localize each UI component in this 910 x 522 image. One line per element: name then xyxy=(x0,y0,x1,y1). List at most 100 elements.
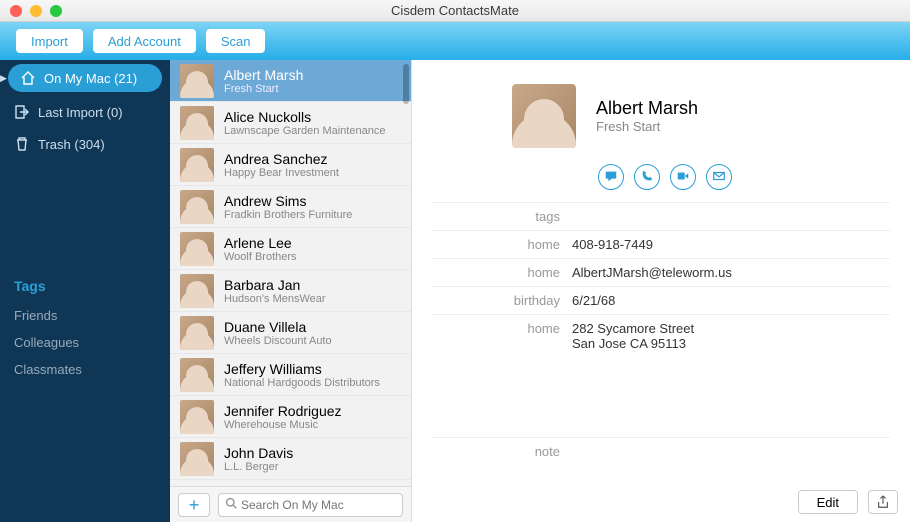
contact-avatar xyxy=(512,84,576,148)
avatar xyxy=(180,106,214,140)
field-value xyxy=(572,209,890,224)
contact-row-name: John Davis xyxy=(224,445,293,461)
contact-row-name: Jennifer Rodriguez xyxy=(224,403,342,419)
phone-button[interactable] xyxy=(634,164,660,190)
contact-row-sub: Woolf Brothers xyxy=(224,251,297,263)
contact-row[interactable]: John DavisL.L. Berger xyxy=(170,438,411,480)
sidebar-item-label: Trash (304) xyxy=(38,137,105,152)
contact-row-sub: Wheels Discount Auto xyxy=(224,335,332,347)
contact-list[interactable]: Albert MarshFresh StartAlice NuckollsLaw… xyxy=(170,60,411,486)
edit-button[interactable]: Edit xyxy=(798,490,858,514)
contact-row[interactable]: Arlene LeeWoolf Brothers xyxy=(170,228,411,270)
sidebar: On My Mac (21) Last Import (0) Trash (304)… xyxy=(0,60,170,522)
window-title: Cisdem ContactsMate xyxy=(0,3,910,18)
contact-row-sub: Hudson's MensWear xyxy=(224,293,326,305)
contact-row[interactable]: Jennifer RodriguezWherehouse Music xyxy=(170,396,411,438)
search-field[interactable] xyxy=(218,493,403,517)
contact-detail: Albert Marsh Fresh Start tags home408-918… xyxy=(412,60,910,522)
avatar xyxy=(180,316,214,350)
contact-row[interactable]: Jeffery WilliamsNational Hardgoods Distr… xyxy=(170,354,411,396)
field-value: 408-918-7449 xyxy=(572,237,890,252)
field-row: tags xyxy=(432,202,890,230)
toolbar: Import Add Account Scan xyxy=(0,22,910,60)
contact-company: Fresh Start xyxy=(596,119,698,134)
zoom-window[interactable] xyxy=(50,5,62,17)
field-value xyxy=(572,444,890,459)
share-icon xyxy=(876,495,890,509)
search-icon xyxy=(225,497,237,512)
contact-row-sub: Fresh Start xyxy=(224,83,303,95)
contact-row-sub: Happy Bear Investment xyxy=(224,167,339,179)
add-contact-button[interactable]: + xyxy=(178,493,210,517)
add-account-button[interactable]: Add Account xyxy=(93,29,196,53)
avatar xyxy=(180,442,214,476)
contact-row-name: Andrea Sanchez xyxy=(224,151,339,167)
field-row: homeAlbertJMarsh@teleworm.us xyxy=(432,258,890,286)
field-label: tags xyxy=(432,209,572,224)
phone-icon xyxy=(640,169,654,186)
message-button[interactable] xyxy=(598,164,624,190)
minimize-window[interactable] xyxy=(30,5,42,17)
message-icon xyxy=(604,169,618,186)
contact-name: Albert Marsh xyxy=(596,98,698,119)
contact-row-name: Albert Marsh xyxy=(224,67,303,83)
contact-row-name: Alice Nuckolls xyxy=(224,109,385,125)
tag-item-colleagues[interactable]: Colleagues xyxy=(0,329,170,356)
sidebar-item-on-my-mac-[interactable]: On My Mac (21) xyxy=(8,64,162,92)
import-icon xyxy=(14,104,30,120)
field-row: home408-918-7449 xyxy=(432,230,890,258)
sidebar-item-label: On My Mac (21) xyxy=(44,71,137,86)
contact-row-sub: Fradkin Brothers Furniture xyxy=(224,209,352,221)
close-window[interactable] xyxy=(10,5,22,17)
avatar xyxy=(180,358,214,392)
scan-button[interactable]: Scan xyxy=(206,29,266,53)
contact-row[interactable]: Duane VillelaWheels Discount Auto xyxy=(170,312,411,354)
tags-heading: Tags xyxy=(0,270,170,302)
mail-icon xyxy=(712,169,726,186)
contact-row-name: Barbara Jan xyxy=(224,277,326,293)
contact-row-sub: L.L. Berger xyxy=(224,461,293,473)
share-button[interactable] xyxy=(868,490,898,514)
contact-row-sub: Lawnscape Garden Maintenance xyxy=(224,125,385,137)
home-icon xyxy=(20,70,36,86)
sidebar-item-last-import-[interactable]: Last Import (0) xyxy=(0,96,170,128)
contact-row[interactable]: Alice NuckollsLawnscape Garden Maintenan… xyxy=(170,102,411,144)
avatar xyxy=(180,64,214,98)
field-label: home xyxy=(432,265,572,280)
field-row: birthday6/21/68 xyxy=(432,286,890,314)
field-value: AlbertJMarsh@teleworm.us xyxy=(572,265,890,280)
avatar xyxy=(180,232,214,266)
contact-row-name: Arlene Lee xyxy=(224,235,297,251)
video-icon xyxy=(676,169,690,186)
trash-icon xyxy=(14,136,30,152)
field-value: 6/21/68 xyxy=(572,293,890,308)
contact-row-name: Duane Villela xyxy=(224,319,332,335)
avatar xyxy=(180,400,214,434)
contact-row[interactable]: Andrew SimsFradkin Brothers Furniture xyxy=(170,186,411,228)
contact-row[interactable]: Albert MarshFresh Start xyxy=(170,60,411,102)
sidebar-item-trash-[interactable]: Trash (304) xyxy=(0,128,170,160)
field-label: home xyxy=(432,237,572,252)
scrollbar[interactable] xyxy=(403,64,409,104)
avatar xyxy=(180,190,214,224)
field-value: 282 Sycamore StreetSan Jose CA 95113 xyxy=(572,321,890,351)
field-label: note xyxy=(432,444,572,459)
field-row: note xyxy=(432,437,890,465)
avatar xyxy=(180,274,214,308)
video-button[interactable] xyxy=(670,164,696,190)
field-row: home282 Sycamore StreetSan Jose CA 95113 xyxy=(432,314,890,357)
contact-list-column: Albert MarshFresh StartAlice NuckollsLaw… xyxy=(170,60,412,522)
contact-row-name: Andrew Sims xyxy=(224,193,352,209)
contact-row-sub: National Hardgoods Distributors xyxy=(224,377,380,389)
import-button[interactable]: Import xyxy=(16,29,83,53)
field-label: birthday xyxy=(432,293,572,308)
search-input[interactable] xyxy=(241,498,396,512)
sidebar-item-label: Last Import (0) xyxy=(38,105,123,120)
tag-item-classmates[interactable]: Classmates xyxy=(0,356,170,383)
contact-row[interactable]: Barbara JanHudson's MensWear xyxy=(170,270,411,312)
contact-row-name: Jeffery Williams xyxy=(224,361,380,377)
mail-button[interactable] xyxy=(706,164,732,190)
contact-row[interactable]: Andrea SanchezHappy Bear Investment xyxy=(170,144,411,186)
tag-item-friends[interactable]: Friends xyxy=(0,302,170,329)
titlebar: Cisdem ContactsMate xyxy=(0,0,910,22)
